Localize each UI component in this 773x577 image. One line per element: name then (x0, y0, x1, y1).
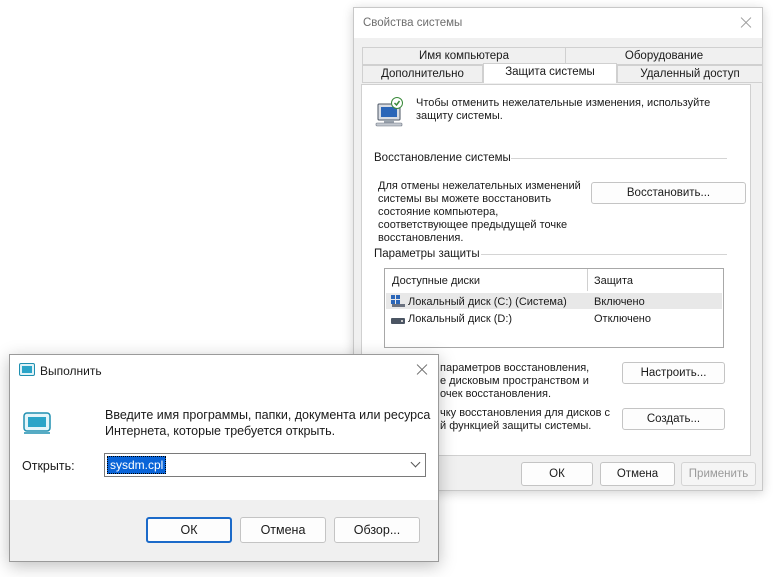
create-description-line: й функцией защиты системы. (440, 420, 592, 432)
system-protection-icon (375, 97, 403, 127)
window-title: Свойства системы (363, 17, 463, 29)
run-program-icon (23, 412, 51, 434)
drive-name[interactable]: Локальный диск (C:) (Система) (408, 296, 567, 308)
protection-section-title: Параметры защиты (374, 248, 480, 260)
section-divider (511, 158, 727, 159)
drive-icon (391, 315, 405, 327)
run-ok-button[interactable]: ОК (146, 517, 232, 543)
restore-description: Для отмены нежелательных изменений систе… (378, 180, 581, 244)
run-description: Введите имя программы, папки, документа … (105, 407, 430, 439)
run-description-line: Интернета, которые требуется открыть. (105, 424, 336, 438)
run-cancel-button[interactable]: Отмена (240, 517, 326, 543)
run-description-line: Введите имя программы, папки, документа … (105, 408, 431, 422)
drives-list[interactable]: Доступные диски Защита Локальный диск (C… (384, 268, 724, 348)
apply-button[interactable]: Применить (681, 462, 756, 486)
drive-protection-status: Включено (594, 296, 645, 308)
titlebar[interactable]: Выполнить (10, 355, 438, 385)
configure-button[interactable]: Настроить... (622, 362, 725, 384)
column-header-protection[interactable]: Защита (594, 275, 633, 287)
run-body (10, 385, 438, 500)
intro-text: Чтобы отменить нежелательные изменения, … (416, 97, 711, 122)
system-drive-icon (391, 295, 405, 310)
window-title: Выполнить (40, 364, 102, 378)
create-button[interactable]: Создать... (622, 408, 725, 430)
create-description: чку восстановления для дисков с й функци… (440, 407, 610, 433)
configure-description-line: очек восстановления. (440, 388, 552, 400)
tab-system-protection[interactable]: Защита системы (483, 63, 617, 83)
configure-description-line: е дисковым пространством и (440, 375, 589, 387)
open-combobox[interactable]: sysdm.cpl (104, 453, 426, 477)
titlebar[interactable]: Свойства системы (354, 8, 762, 38)
tab-remote[interactable]: Удаленный доступ (617, 65, 763, 83)
open-label: Открыть: (22, 459, 75, 473)
chevron-down-icon[interactable] (410, 457, 421, 468)
drive-protection-status: Отключено (594, 313, 651, 325)
configure-description: параметров восстановления, е дисковым пр… (440, 362, 589, 401)
drive-name[interactable]: Локальный диск (D:) (408, 313, 512, 325)
ok-button[interactable]: ОК (521, 462, 593, 486)
cancel-button[interactable]: Отмена (600, 462, 675, 486)
column-divider (587, 269, 588, 291)
configure-description-line: параметров восстановления, (440, 362, 590, 374)
close-icon[interactable] (416, 364, 428, 376)
section-divider (481, 254, 727, 255)
open-input[interactable]: sysdm.cpl (107, 456, 167, 474)
create-description-line: чку восстановления для дисков с (440, 407, 611, 419)
run-browse-button[interactable]: Обзор... (334, 517, 420, 543)
close-icon[interactable] (740, 17, 752, 29)
tab-advanced[interactable]: Дополнительно (362, 65, 483, 83)
run-icon (19, 363, 35, 376)
column-header-drives[interactable]: Доступные диски (392, 275, 480, 287)
restore-section-title: Восстановление системы (374, 152, 511, 164)
restore-button[interactable]: Восстановить... (591, 182, 746, 204)
